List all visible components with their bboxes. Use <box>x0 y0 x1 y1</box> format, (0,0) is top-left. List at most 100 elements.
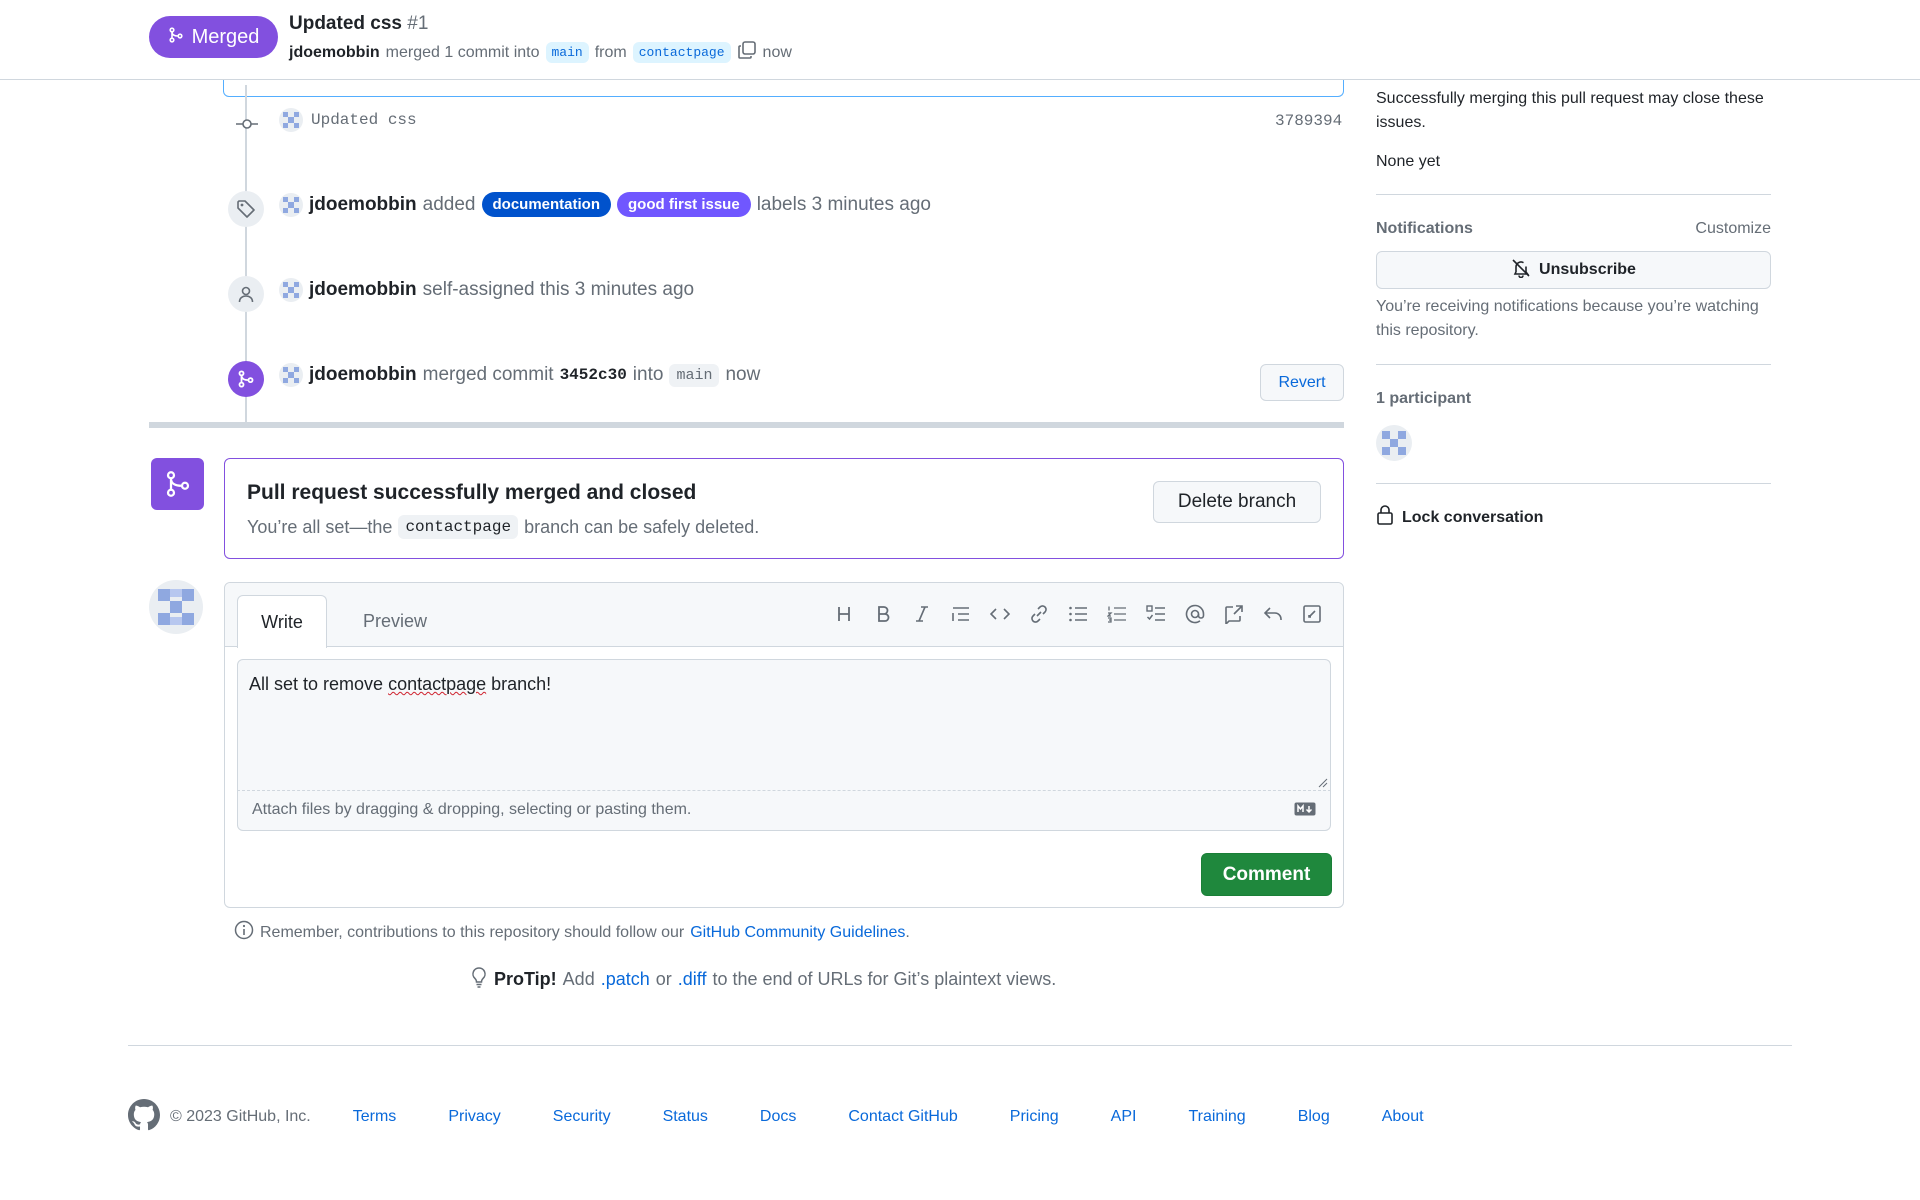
bold-icon[interactable] <box>870 601 896 627</box>
event-suffix: labels 3 minutes ago <box>756 193 931 215</box>
tab-preview[interactable]: Preview <box>345 595 445 647</box>
linked-issues-text: Successfully merging this pull request m… <box>1376 90 1764 131</box>
unsubscribe-button[interactable]: Unsubscribe <box>1376 251 1771 289</box>
pr-number: #1 <box>407 13 429 34</box>
footer-copyright: © 2023 GitHub, Inc. <box>170 1108 311 1125</box>
protip-label: ProTip! <box>494 969 557 989</box>
commit-row: Updated css <box>279 108 417 132</box>
footer-link-blog[interactable]: Blog <box>1298 1108 1330 1126</box>
commit-sha[interactable]: 3789394 <box>1275 112 1342 130</box>
label-good-first-issue[interactable]: good first issue <box>617 192 751 217</box>
sidebar-divider <box>1376 194 1771 195</box>
subtitle-prefix: You’re all set—the <box>247 516 393 537</box>
github-logo-icon[interactable] <box>128 1098 160 1136</box>
author-link[interactable]: jdoemobbin <box>289 44 380 62</box>
footer-link-privacy[interactable]: Privacy <box>448 1108 500 1126</box>
task-list-icon[interactable] <box>1143 601 1169 627</box>
actor-link[interactable]: jdoemobbin <box>309 364 417 386</box>
footer-link-about[interactable]: About <box>1382 1108 1424 1126</box>
label-documentation[interactable]: documentation <box>481 192 611 217</box>
guidelines-note: Remember, contributions to this reposito… <box>234 920 910 945</box>
footer-link-pricing[interactable]: Pricing <box>1010 1108 1059 1126</box>
reply-icon[interactable] <box>1260 601 1286 627</box>
actor-avatar[interactable] <box>279 192 303 217</box>
copy-icon[interactable] <box>737 40 757 65</box>
light-bulb-icon <box>470 966 488 993</box>
unordered-list-icon[interactable] <box>1065 601 1091 627</box>
quote-icon[interactable] <box>948 601 974 627</box>
event-action: added <box>422 193 476 215</box>
participants-heading: 1 participant <box>1376 390 1472 407</box>
comment-submit-button[interactable]: Comment <box>1201 853 1332 896</box>
unsubscribe-label: Unsubscribe <box>1539 261 1636 278</box>
timeline-end-divider <box>149 422 1344 428</box>
actor-avatar[interactable] <box>279 278 303 302</box>
tab-write[interactable]: Write <box>237 595 327 648</box>
labels-event: jdoemobbin added documentation good firs… <box>279 192 931 217</box>
head-branch[interactable]: contactpage <box>632 42 731 63</box>
merge-text-2: into <box>632 364 664 385</box>
merge-icon <box>168 26 184 49</box>
footer-link-security[interactable]: Security <box>553 1108 611 1126</box>
pr-sticky-header: Merged Updated css #1 jdoemobbin merged … <box>0 0 1920 80</box>
protip-text-3: to the end of URLs for Git’s plaintext v… <box>712 969 1057 989</box>
linked-issues-none: None yet <box>1376 153 1441 170</box>
lock-conversation-label: Lock conversation <box>1402 508 1544 526</box>
new-comment-form: Write Preview All set to remove contactp… <box>224 582 1344 908</box>
link-icon[interactable] <box>1026 601 1052 627</box>
commit-message[interactable]: Updated css <box>311 111 417 129</box>
diff-link[interactable]: .diff <box>678 969 707 990</box>
deletable-branch: contactpage <box>398 515 519 539</box>
merge-text-1: merged commit <box>422 364 554 385</box>
protip-text-2: or <box>655 969 672 989</box>
notifications-reason: You’re receiving notifications because y… <box>1376 298 1759 339</box>
resize-handle-icon[interactable] <box>1318 778 1328 788</box>
markdown-icon[interactable] <box>1294 802 1316 821</box>
sidebar-divider <box>1376 364 1771 365</box>
merged-box-icon <box>151 458 204 510</box>
base-branch[interactable]: main <box>545 42 589 63</box>
pr-meta: jdoemobbin merged 1 commit into main fro… <box>289 40 792 65</box>
comment-text-before: All set to remove <box>249 674 389 694</box>
community-guidelines-link[interactable]: GitHub Community Guidelines <box>690 924 905 941</box>
footer-link-terms[interactable]: Terms <box>353 1108 397 1126</box>
fullscreen-icon[interactable] <box>1299 601 1325 627</box>
lock-conversation-button[interactable]: Lock conversation <box>1376 505 1543 530</box>
merged-badge-label: Merged <box>191 25 260 48</box>
participant-avatar[interactable] <box>1376 425 1412 461</box>
actor-link[interactable]: jdoemobbin <box>309 194 417 216</box>
lock-icon <box>1376 505 1394 530</box>
subtitle-suffix: branch can be safely deleted. <box>524 516 760 537</box>
merge-branch[interactable]: main <box>669 363 720 387</box>
comment-text-after: branch! <box>486 674 552 694</box>
merge-commit-sha[interactable]: 3452c30 <box>560 366 627 384</box>
info-icon <box>234 920 254 945</box>
footer-link-api[interactable]: API <box>1111 1108 1137 1126</box>
pr-title: Updated css #1 <box>289 13 428 35</box>
current-user-avatar[interactable] <box>149 580 203 634</box>
actor-avatar[interactable] <box>279 363 303 387</box>
delete-branch-button[interactable]: Delete branch <box>1153 481 1321 523</box>
italic-icon[interactable] <box>909 601 935 627</box>
patch-link[interactable]: .patch <box>601 969 650 990</box>
merge-time: now <box>725 364 761 385</box>
attach-text: Attach files by dragging & dropping, sel… <box>252 801 692 818</box>
footer-link-contact[interactable]: Contact GitHub <box>848 1108 957 1126</box>
pr-title-text: Updated css <box>289 13 402 34</box>
attach-files-bar[interactable]: Attach files by dragging & dropping, sel… <box>237 791 1331 831</box>
actor-link[interactable]: jdoemobbin <box>309 279 417 301</box>
code-icon[interactable] <box>987 601 1013 627</box>
heading-icon[interactable] <box>831 601 857 627</box>
guidelines-end: . <box>905 923 910 941</box>
mention-icon[interactable] <box>1182 601 1208 627</box>
footer-link-training[interactable]: Training <box>1188 1108 1245 1126</box>
ordered-list-icon[interactable] <box>1104 601 1130 627</box>
footer-link-docs[interactable]: Docs <box>760 1108 796 1126</box>
commit-avatar[interactable] <box>279 108 303 132</box>
comment-textarea[interactable]: All set to remove contactpage branch! <box>237 659 1331 791</box>
footer-link-status[interactable]: Status <box>663 1108 708 1126</box>
merged-box-subtitle: You’re all set—the contactpage branch ca… <box>247 515 759 539</box>
revert-button[interactable]: Revert <box>1260 364 1344 401</box>
cross-reference-icon[interactable] <box>1221 601 1247 627</box>
customize-notifications-link[interactable]: Customize <box>1695 220 1771 238</box>
